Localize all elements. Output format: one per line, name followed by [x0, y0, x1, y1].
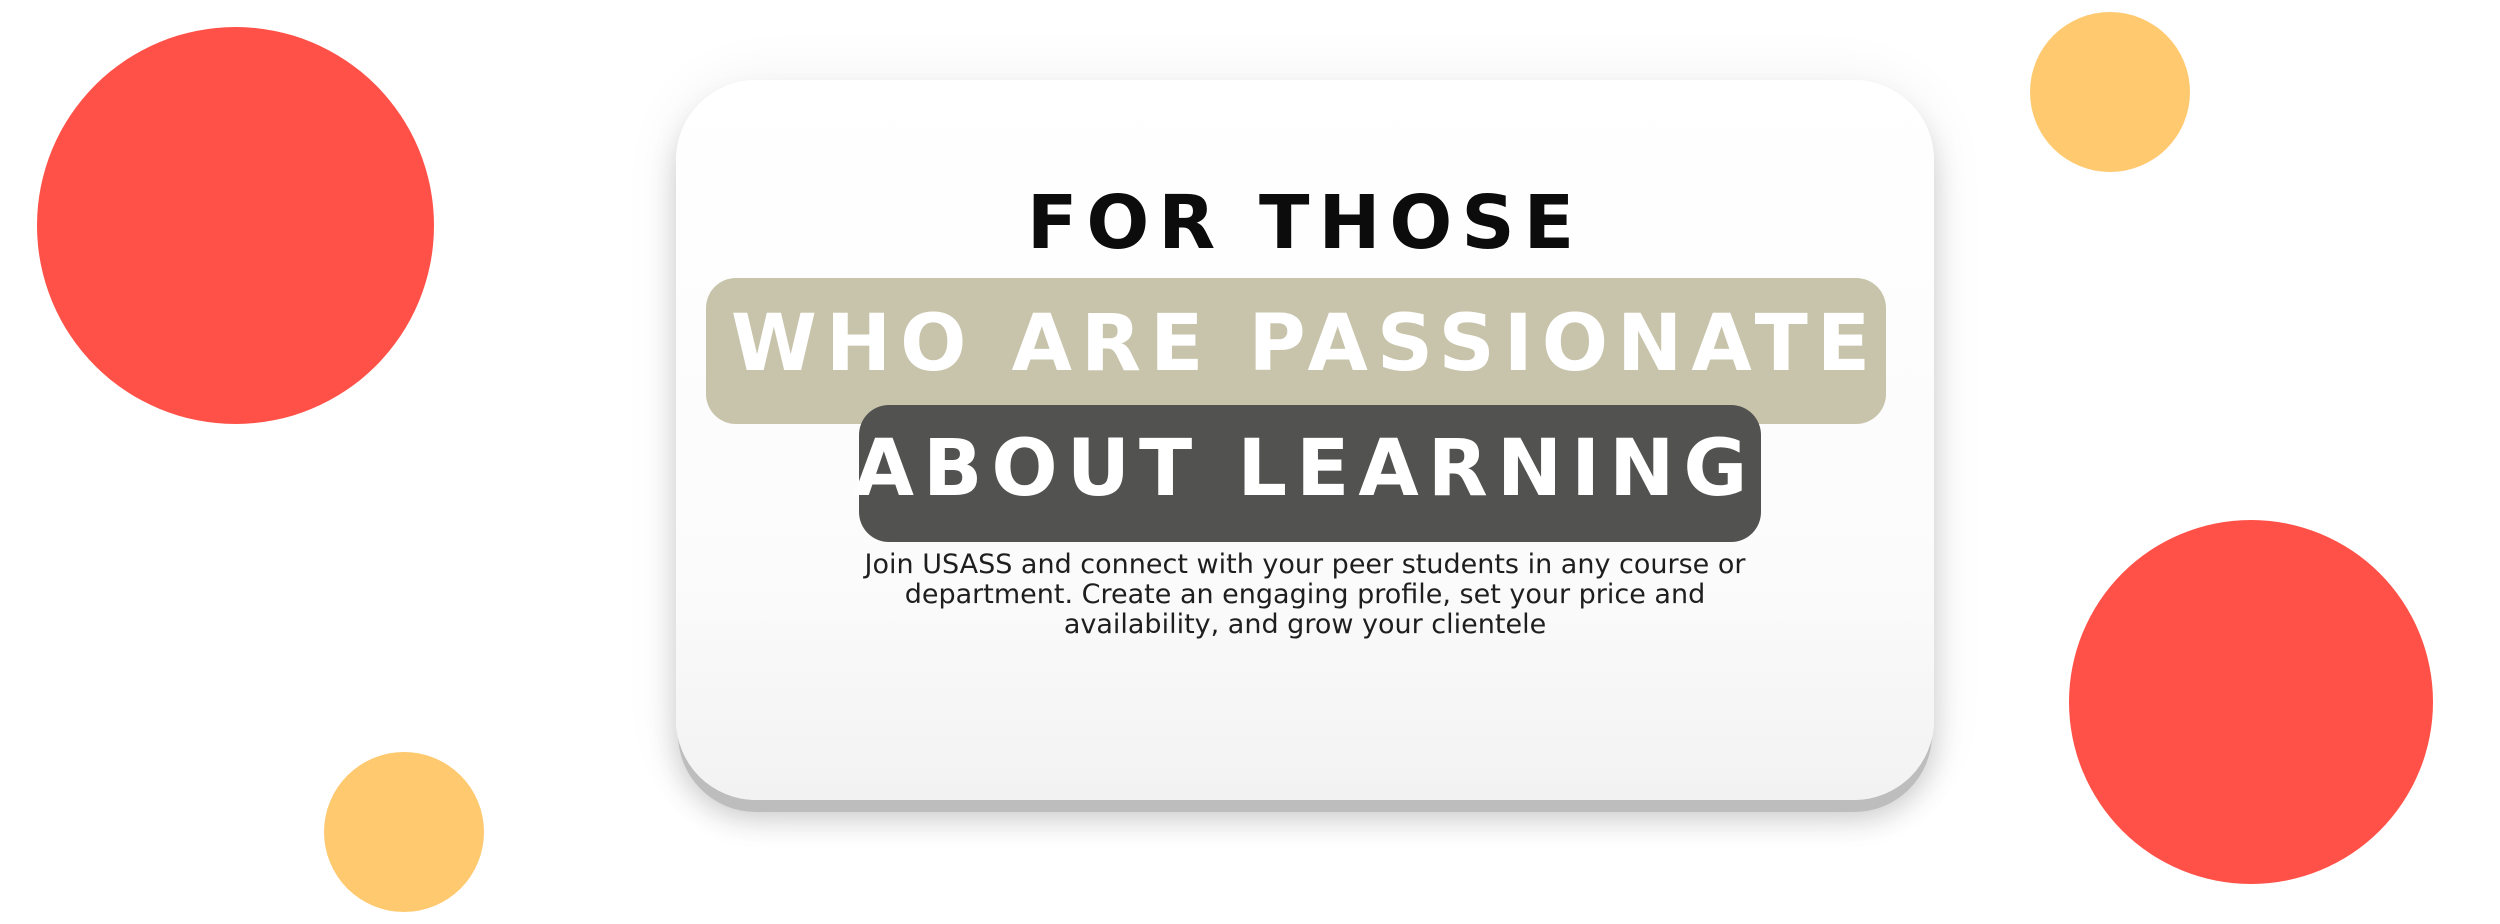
description-line: availability, and grow your clientele — [1063, 609, 1547, 640]
description-line: Join USASS and connect with your peer st… — [864, 549, 1746, 580]
red-circle-top-left — [37, 27, 434, 424]
yellow-circle-bottom-left — [324, 752, 484, 912]
description-text: Join USASS and connect with your peer st… — [796, 550, 1814, 640]
yellow-circle-top-right — [2030, 12, 2190, 172]
heading-line-2: WHO ARE PASSIONATE — [730, 299, 1880, 389]
description-line: department. Create an engaging profile, … — [904, 579, 1706, 610]
heading-line-1: FOR THOSE — [1026, 180, 1584, 266]
red-circle-bottom-right — [2069, 520, 2433, 884]
heading-line-3: ABOUT LEARNING — [853, 424, 1757, 514]
promo-card: FOR THOSE WHO ARE PASSIONATE ABOUT LEARN… — [676, 80, 1934, 800]
